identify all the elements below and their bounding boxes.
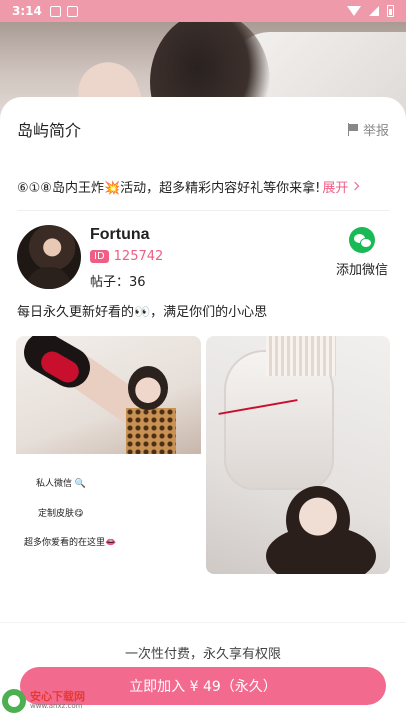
post-image-1[interactable] <box>16 336 201 454</box>
chevron-right-icon <box>351 181 360 191</box>
id-badge: ID <box>90 250 109 263</box>
promo-description: ⑥①⑧岛内王炸💥活动，超多精彩内容好礼等你来拿! <box>17 180 321 196</box>
divider <box>17 210 389 211</box>
promo-text: ⑥①⑧岛内王炸💥活动，超多精彩内容好礼等你来拿! 展开 <box>17 176 389 196</box>
payment-note: 一次性付费，永久享有权限 <box>124 647 281 662</box>
status-bar: 3:14 <box>0 0 406 22</box>
post-image-2[interactable] <box>206 336 390 574</box>
section-header: 岛屿简介 举报 <box>17 117 389 141</box>
avatar[interactable] <box>17 225 81 289</box>
battery-icon <box>387 5 394 17</box>
add-wechat-label: 添加微信 <box>335 263 388 278</box>
profile-name: Fortuna <box>90 226 150 243</box>
bio-text: 每日永久更新好看的👀，满足你们的小心思 <box>17 305 268 320</box>
watermark: 安心下载网 www.anxz.com <box>2 686 102 716</box>
section-title: 岛屿简介 <box>17 121 82 140</box>
posts-count: 帖子：36 <box>90 275 146 290</box>
id-value: 125742 <box>113 249 164 264</box>
post-image-caption: 私人微信 🔍 定制皮肤😋 超多你爱看的在这里👄 <box>16 454 201 572</box>
caption-line: 定制皮肤😋 <box>38 509 84 519</box>
wechat-icon <box>349 227 375 253</box>
watermark-logo-icon <box>2 689 26 713</box>
caption-line: 超多你爱看的在这里👄 <box>24 538 117 548</box>
wifi-icon <box>347 6 361 16</box>
caption-line: 私人微信 🔍 <box>36 479 87 489</box>
image-notification-icon <box>66 5 78 17</box>
expand-button[interactable]: 展开 <box>322 177 360 196</box>
expand-label: 展开 <box>322 180 349 196</box>
status-time: 3:14 <box>12 4 42 18</box>
island-detail-sheet: 岛屿简介 举报 ⑥①⑧岛内王炸💥活动，超多精彩内容好礼等你来拿! 展开 Fort… <box>0 97 406 657</box>
add-wechat-button[interactable]: 添加微信 <box>335 227 389 278</box>
report-button[interactable]: 举报 <box>347 120 389 139</box>
profile-card: Fortuna ID 125742 帖子：36 添加微信 <box>17 225 389 293</box>
report-label: 举报 <box>362 123 389 139</box>
profile-id: ID 125742 <box>90 249 163 264</box>
notification-icon <box>49 5 61 17</box>
flag-icon <box>347 122 359 136</box>
watermark-url: www.anxz.com <box>30 702 83 711</box>
signal-icon <box>369 6 379 16</box>
